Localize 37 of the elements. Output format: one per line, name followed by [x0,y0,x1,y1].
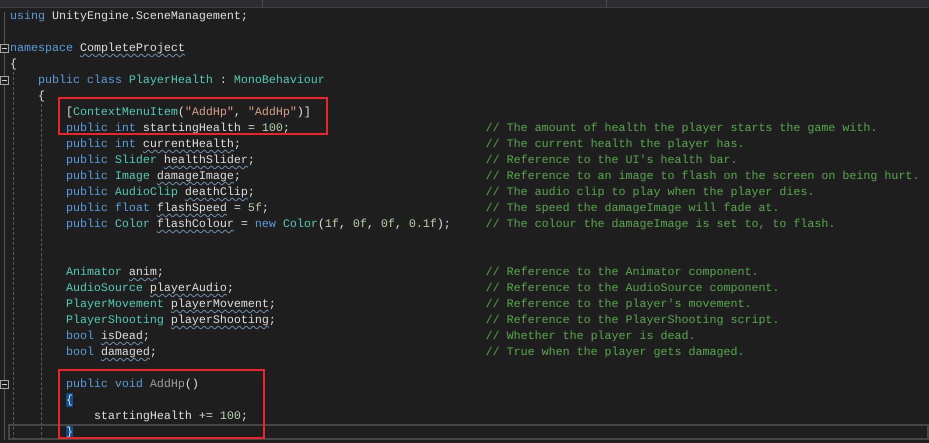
code-line: public float flashSpeed = 5f; [66,201,269,215]
code-line: public class PlayerHealth : MonoBehaviour [38,73,325,87]
collapse-icon[interactable] [0,76,9,84]
code-comment: // Reference to the Animator component. [486,265,758,279]
code-line: [ContextMenuItem("AddHp", "AddHp")] [66,105,311,119]
code-comment: // The audio clip to play when the player dies. [486,185,814,199]
code-line: startingHealth += 100; [94,409,248,423]
code-comment: // Reference to an image to flash on the screen on being hurt. [486,169,920,183]
collapse-icon[interactable] [0,380,9,388]
code-comment: // Reference to the player's movement. [486,297,752,311]
code-line: bool damaged; [66,345,157,359]
code-line: public AudioClip deathClip; [66,185,255,199]
code-comment: // Reference to the PlayerShooting script. [486,313,780,327]
code-line: Animator anim; [66,265,164,279]
code-comment: // The current health the player has. [486,137,744,151]
collapse-icon[interactable] [0,44,9,52]
code-line: bool isDead; [66,329,150,343]
code-line: { [10,57,17,71]
code-comment: // The amount of health the player starts the game with. [486,121,878,135]
code-comment: // True when the player gets damaged. [486,345,744,359]
code-comment: // The speed the damageImage will fade at. [486,201,780,215]
code-line: public int currentHealth; [66,137,241,151]
code-line: { [38,89,45,103]
code-comment: // Reference to the UI's health bar. [486,153,738,167]
code-line: public Slider healthSlider; [66,153,255,167]
code-comment: // Whether the player is dead. [486,329,696,343]
code-line: public int startingHealth = 100; [66,121,290,135]
code-line: public Color flashColour = new Color(1f, 0f, 0f, 0.1f); [66,217,451,231]
code-comment: // Reference to the AudioSource component. [486,281,780,295]
code-line: public Image damageImage; [66,169,241,183]
code-line: namespace CompleteProject [10,41,185,55]
code-line: PlayerMovement playerMovement; [66,297,276,311]
code-line: using UnityEngine.SceneManagement; [10,9,248,23]
code-line: AudioSource playerAudio; [66,281,234,295]
code-line: PlayerShooting playerShooting; [66,313,276,327]
code-line: public void AddHp() [66,377,199,391]
code-comment: // The colour the damageImage is set to, to flash. [486,217,836,231]
